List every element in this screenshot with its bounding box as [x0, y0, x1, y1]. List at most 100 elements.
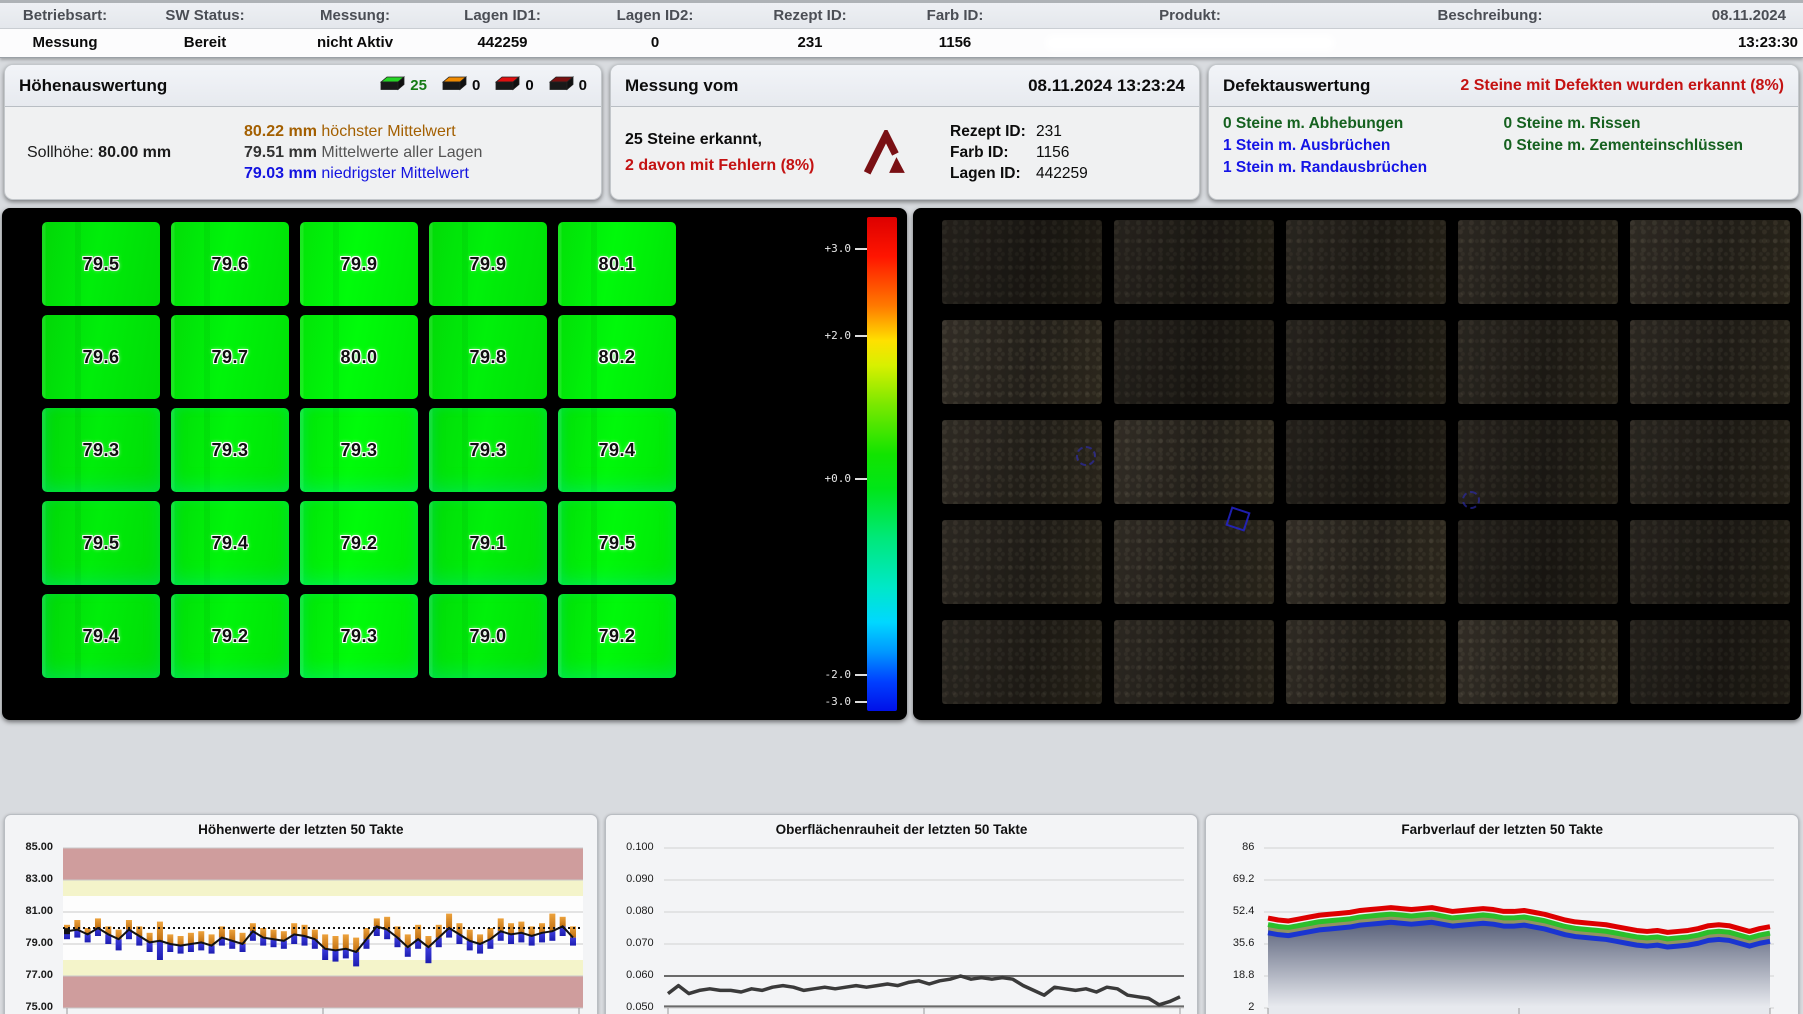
height-stat-label: Mittelwerte aller Lagen: [321, 144, 482, 161]
label-beschreibung: Beschreibung:: [1355, 3, 1625, 28]
brick-icon-fail-red: [494, 76, 520, 95]
stone-tile: 79.2: [171, 594, 289, 678]
y-axis-label: 0.060: [626, 969, 654, 981]
id-value: 231: [1036, 123, 1062, 140]
value-beschreibung: [1355, 29, 1625, 57]
brick-icon-ok-green: [379, 76, 405, 95]
stone-height-value: 79.6: [211, 254, 248, 275]
y-axis-label: 52.4: [1233, 905, 1254, 917]
photo-stone: [1286, 420, 1446, 504]
scale-label: +2.0: [825, 329, 868, 342]
camera-photo-panel: [913, 208, 1801, 720]
trend-charts: Höhenwerte der letzten 50 Takte 85.0083.…: [0, 720, 1803, 1014]
height-stat-value: 79.03 mm: [244, 165, 321, 182]
defect-marker-circle: [1076, 446, 1096, 466]
brick-counter-ok-green: 25: [379, 76, 427, 95]
height-stat-2: 79.03 mm niedrigster Mittelwert: [244, 165, 587, 183]
stone-height-value: 79.3: [340, 626, 377, 647]
label-messung: Messung:: [280, 3, 430, 28]
stone-height-value: 79.6: [82, 347, 119, 368]
stone-height-value: 80.0: [340, 347, 377, 368]
stone-tile: 79.2: [558, 594, 676, 678]
brick-counters: 25000: [379, 76, 587, 95]
brick-counter-warn-orange: 0: [441, 76, 480, 95]
y-axis-label: 79.00: [25, 937, 53, 949]
defect-alert-text: 2 Steine mit Defekten wurden erkannt (8%…: [1460, 77, 1784, 95]
height-stat-value: 79.51 mm: [244, 144, 321, 161]
photo-stone: [942, 520, 1102, 604]
defektauswertung-title: Defektauswertung: [1223, 76, 1370, 96]
id-row-1: Farb ID:1156: [950, 144, 1185, 162]
y-axis-label: 69.2: [1233, 873, 1254, 885]
defect-column-2: 0 Steine m. Rissen0 Steine m. Zementeins…: [1504, 111, 1785, 191]
defect-column-1: 0 Steine m. Abhebungen1 Stein m. Ausbrüc…: [1223, 111, 1504, 191]
id-row-2: Lagen ID:442259: [950, 165, 1185, 183]
photo-stone: [1114, 620, 1274, 704]
y-axis-label: 0.080: [626, 905, 654, 917]
value-lagen-id1: 442259: [430, 29, 575, 57]
id-label: Rezept ID:: [950, 123, 1036, 141]
stone-tile: 79.0: [429, 594, 547, 678]
stone-tile: 79.6: [42, 315, 160, 399]
hoehenwerte-plot: [63, 840, 583, 1014]
photo-stone: [1114, 520, 1274, 604]
stone-tile: 79.4: [42, 594, 160, 678]
label-betriebsart: Betriebsart:: [0, 3, 130, 28]
stone-tile: 79.3: [429, 408, 547, 492]
stone-tile: 79.5: [558, 501, 676, 585]
value-produkt-redacted: [1025, 29, 1355, 57]
hoehenwerte-chart-title: Höhenwerte der letzten 50 Takte: [5, 815, 597, 840]
photo-stone: [1630, 320, 1790, 404]
stone-height-value: 79.4: [82, 626, 119, 647]
stone-height-value: 79.5: [598, 533, 635, 554]
scale-label: +0.0: [825, 472, 868, 485]
id-value: 1156: [1036, 144, 1069, 161]
id-value: 442259: [1036, 165, 1088, 182]
photo-stone: [1114, 320, 1274, 404]
stone-height-value: 80.2: [598, 347, 635, 368]
label-lagen-id1: Lagen ID1:: [430, 3, 575, 28]
photo-stone-grid: [942, 220, 1790, 704]
stone-height-value: 79.2: [211, 626, 248, 647]
height-stat-label: niedrigster Mittelwert: [321, 165, 469, 182]
brick-icon-fail-darkred: [548, 76, 574, 95]
brick-count: 0: [472, 77, 480, 94]
stone-height-value: 79.4: [598, 440, 635, 461]
messung-vom-title: Messung vom: [625, 76, 738, 96]
rauheit-chart-title: Oberflächenrauheit der letzten 50 Takte: [606, 815, 1198, 840]
stone-tile: 80.1: [558, 222, 676, 306]
photo-stone: [1114, 420, 1274, 504]
defect-marker-circle: [1462, 491, 1480, 509]
rauheit-chart-panel: Oberflächenrauheit der letzten 50 Takte …: [605, 814, 1199, 1014]
messung-vom-header: Messung vom 08.11.2024 13:23:24: [611, 65, 1199, 107]
farbverlauf-chart-panel: Farbverlauf der letzten 50 Takte 8669.25…: [1205, 814, 1799, 1014]
brick-count: 25: [410, 77, 427, 94]
stone-tile: 79.1: [429, 501, 547, 585]
stone-tile: 80.0: [300, 315, 418, 399]
defect-stat: 0 Steine m. Zementeinschlüssen: [1504, 137, 1785, 155]
label-produkt: Produkt:: [1025, 3, 1355, 28]
farbverlauf-chart-title: Farbverlauf der letzten 50 Takte: [1206, 815, 1798, 840]
photo-stone: [1286, 620, 1446, 704]
y-axis-label: 77.00: [25, 969, 53, 981]
y-axis-label: 81.00: [25, 905, 53, 917]
y-axis-label: 0.100: [626, 841, 654, 853]
stone-tile: 79.3: [42, 408, 160, 492]
stone-height-value: 79.1: [469, 533, 506, 554]
stone-height-value: 79.7: [211, 347, 248, 368]
height-stat-1: 79.51 mm Mittelwerte aller Lagen: [244, 144, 587, 162]
rauheit-chart-body: 0.1000.0900.0800.0700.0600.050: [606, 840, 1198, 1014]
height-stat-value: 80.22 mm: [244, 123, 321, 140]
stone-height-value: 79.8: [469, 347, 506, 368]
y-axis-label: 85.00: [25, 841, 53, 853]
stone-tile: 79.3: [171, 408, 289, 492]
stone-tile: 79.9: [300, 222, 418, 306]
y-axis-label: 0.090: [626, 873, 654, 885]
defektauswertung-panel: Defektauswertung 2 Steine mit Defekten w…: [1208, 64, 1799, 200]
stone-height-value: 79.5: [82, 533, 119, 554]
defect-stat: 0 Steine m. Abhebungen: [1223, 115, 1504, 133]
messung-vom-datetime: 08.11.2024 13:23:24: [1028, 76, 1185, 96]
photo-stone: [942, 220, 1102, 304]
header-date: 08.11.2024: [1625, 3, 1800, 28]
stones-with-errors-text: 2 davon mit Fehlern (8%): [625, 157, 850, 175]
